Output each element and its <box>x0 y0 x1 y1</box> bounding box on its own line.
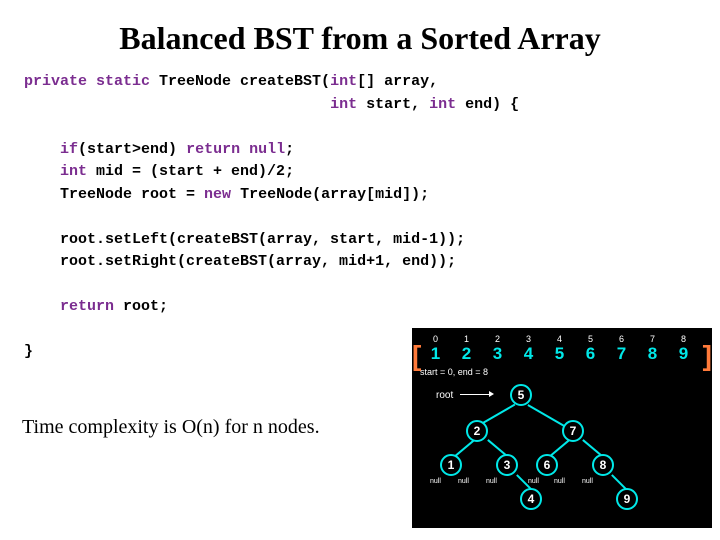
bst-diagram: 0 1 2 3 4 5 6 7 8 [ 1 2 3 4 5 6 7 8 9 ] … <box>412 328 712 528</box>
diagram-caption: start = 0, end = 8 <box>420 367 704 377</box>
code-keyword: int <box>330 73 357 90</box>
index-cell: 4 <box>544 334 575 344</box>
tree-node: 2 <box>466 420 488 442</box>
value-cell: 7 <box>606 344 637 364</box>
code-text: } <box>24 343 33 360</box>
tree-node: 7 <box>562 420 584 442</box>
complexity-note: Time complexity is O(n) for n nodes. <box>22 416 320 439</box>
code-text: end) { <box>456 96 519 113</box>
code-text: [] array, <box>357 73 438 90</box>
index-cell: 3 <box>513 334 544 344</box>
bracket-icon: [ <box>412 340 421 372</box>
value-cell: 6 <box>575 344 606 364</box>
null-label: null <box>486 478 497 485</box>
index-cell: 7 <box>637 334 668 344</box>
root-label: root <box>436 390 453 401</box>
value-cell: 8 <box>637 344 668 364</box>
code-text: root.setLeft(createBST(array, start, mid… <box>60 231 465 248</box>
arrow-icon <box>460 394 490 395</box>
code-keyword: private static <box>24 73 150 90</box>
tree-node: 6 <box>536 454 558 476</box>
null-label: null <box>554 478 565 485</box>
code-text: TreeNode root = <box>60 186 204 203</box>
slide-title: Balanced BST from a Sorted Array <box>0 0 720 67</box>
code-text: (start>end) <box>78 141 186 158</box>
tree-node: 5 <box>510 384 532 406</box>
tree-visual: root 5 2 7 1 3 6 8 4 9 null null null nu… <box>420 384 704 514</box>
code-keyword: int <box>429 96 456 113</box>
code-text: ; <box>285 141 294 158</box>
null-label: null <box>582 478 593 485</box>
bracket-icon: ] <box>703 340 712 372</box>
tree-node: 4 <box>520 488 542 510</box>
value-cell: 4 <box>513 344 544 364</box>
array-display: 0 1 2 3 4 5 6 7 8 [ 1 2 3 4 5 6 7 8 9 ] … <box>420 334 704 380</box>
null-label: null <box>430 478 441 485</box>
index-row: 0 1 2 3 4 5 6 7 8 <box>420 334 704 344</box>
value-cell: 5 <box>544 344 575 364</box>
code-block: private static TreeNode createBST(int[] … <box>0 67 720 364</box>
index-cell: 6 <box>606 334 637 344</box>
code-text: TreeNode createBST( <box>150 73 330 90</box>
code-keyword: if <box>60 141 78 158</box>
value-cell: 2 <box>451 344 482 364</box>
index-cell: 0 <box>420 334 451 344</box>
index-cell: 2 <box>482 334 513 344</box>
code-text: start, <box>357 96 429 113</box>
value-row: [ 1 2 3 4 5 6 7 8 9 ] <box>420 344 704 364</box>
tree-node: 1 <box>440 454 462 476</box>
value-cell: 9 <box>668 344 699 364</box>
index-cell: 8 <box>668 334 699 344</box>
tree-node: 8 <box>592 454 614 476</box>
code-keyword: new <box>204 186 231 203</box>
code-text: mid = (start + end)/2; <box>87 163 294 180</box>
null-label: null <box>528 478 539 485</box>
value-cell: 1 <box>420 344 451 364</box>
code-text: root; <box>114 298 168 315</box>
index-cell: 1 <box>451 334 482 344</box>
index-cell: 5 <box>575 334 606 344</box>
code-keyword: int <box>330 96 357 113</box>
value-cell: 3 <box>482 344 513 364</box>
null-label: null <box>458 478 469 485</box>
tree-node: 9 <box>616 488 638 510</box>
tree-node: 3 <box>496 454 518 476</box>
code-keyword: return <box>60 298 114 315</box>
code-keyword: int <box>60 163 87 180</box>
code-keyword: return null <box>186 141 285 158</box>
code-text: root.setRight(createBST(array, mid+1, en… <box>60 253 456 270</box>
code-text: TreeNode(array[mid]); <box>231 186 429 203</box>
